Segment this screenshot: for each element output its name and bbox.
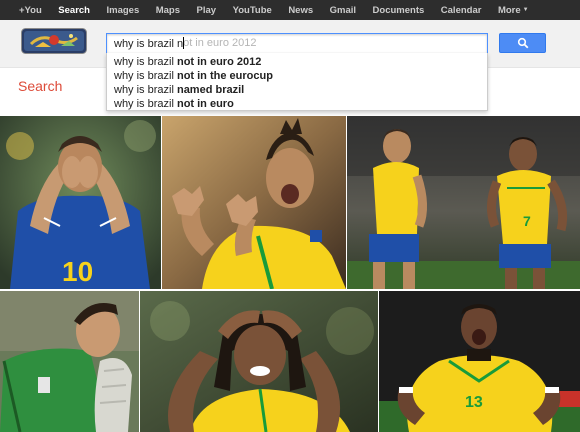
suggestion-item[interactable]: why is brazil not in euro	[107, 97, 487, 111]
text-cursor	[183, 37, 185, 49]
suggestion-item[interactable]: why is brazil named brazil	[107, 83, 487, 97]
gbar-gmail[interactable]: Gmail	[330, 5, 356, 16]
photo-player-shouting[interactable]	[162, 116, 346, 289]
search-icon	[517, 37, 528, 49]
gbar-more[interactable]: More ▼	[498, 5, 529, 16]
photo-two-players-standing[interactable]: 7	[347, 116, 580, 289]
autocomplete-dropdown: why is brazil not in euro 2012 why is br…	[106, 53, 488, 111]
gbar-news[interactable]: News	[288, 5, 313, 16]
google-doodle-logo[interactable]	[21, 28, 87, 54]
search-input[interactable]: why is brazil not in euro 2012 why is br…	[106, 33, 488, 54]
gbar-search[interactable]: Search	[58, 5, 90, 16]
gbar-calendar[interactable]: Calendar	[441, 5, 482, 16]
gbar-you[interactable]: +You	[19, 5, 42, 16]
google-bar: +You Search Images Maps Play YouTube New…	[0, 0, 580, 20]
chevron-down-icon: ▼	[522, 6, 529, 13]
jersey-number: 7	[523, 213, 531, 229]
suggestion-item[interactable]: why is brazil not in the eurocup	[107, 69, 487, 83]
suggestion-item[interactable]: why is brazil not in euro 2012	[107, 55, 487, 69]
jersey-number: 10	[62, 256, 93, 287]
gbar-youtube[interactable]: YouTube	[233, 5, 272, 16]
gbar-documents[interactable]: Documents	[373, 5, 425, 16]
gbar-images[interactable]: Images	[106, 5, 139, 16]
search-button[interactable]	[499, 33, 546, 53]
search-typed-text: why is brazil n	[114, 37, 185, 50]
gbar-maps[interactable]: Maps	[156, 5, 180, 16]
photo-player-covering-face[interactable]: 10	[0, 116, 161, 289]
image-results: 10 7 13	[0, 116, 580, 432]
search-left-label[interactable]: Search	[18, 78, 62, 94]
gbar-more-label: More	[497, 4, 521, 16]
photo-goalkeeper-towel[interactable]	[0, 291, 139, 432]
photo-player-holding-head[interactable]	[140, 291, 378, 432]
photo-player-pulling-shirt[interactable]: 13	[379, 291, 580, 432]
jersey-number: 13	[465, 394, 483, 411]
gbar-play[interactable]: Play	[197, 5, 217, 16]
